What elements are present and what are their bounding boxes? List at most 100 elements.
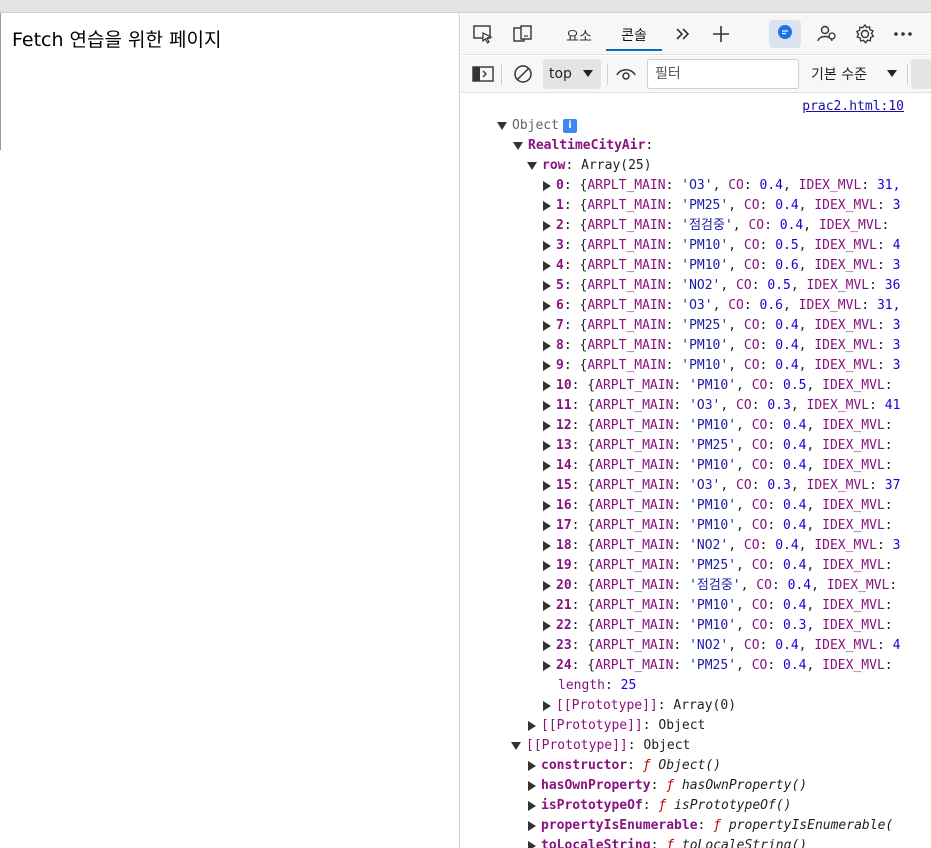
row-item[interactable]: 17: {ARPLT_MAIN: 'PM10', CO: 0.4, IDEX_M…	[543, 516, 893, 536]
row-item[interactable]: 19: {ARPLT_MAIN: 'PM25', CO: 0.4, IDEX_M…	[543, 556, 893, 576]
expand-triangle-icon[interactable]	[511, 741, 521, 750]
expand-triangle-icon[interactable]	[543, 560, 551, 571]
sidebar-toggle-icon[interactable]	[471, 64, 495, 84]
expand-triangle-icon[interactable]	[528, 780, 536, 791]
row-item[interactable]: 23: {ARPLT_MAIN: 'NO2', CO: 0.4, IDEX_MV…	[543, 636, 900, 656]
function-icon: ƒ	[658, 798, 675, 813]
browser-top-strip	[0, 0, 931, 13]
row-array-node[interactable]: row: Array(25)	[527, 156, 652, 176]
expand-triangle-icon[interactable]	[543, 520, 551, 531]
page-left-border	[0, 13, 1, 150]
expand-triangle-icon[interactable]	[543, 340, 551, 351]
expand-triangle-icon[interactable]	[543, 400, 551, 411]
expand-triangle-icon[interactable]	[543, 240, 551, 251]
prototype-method[interactable]: toLocaleString: ƒ toLocaleString()	[528, 836, 807, 848]
realtime-city-air-node[interactable]: RealtimeCityAir:	[513, 136, 653, 156]
add-tab-icon[interactable]	[711, 23, 731, 45]
expand-triangle-icon[interactable]	[543, 200, 551, 211]
page-title: Fetch 연습을 위한 페이지	[12, 29, 222, 51]
function-icon: ƒ	[666, 838, 682, 848]
prototype-method[interactable]: hasOwnProperty: ƒ hasOwnProperty()	[528, 776, 807, 796]
feedback-button[interactable]	[769, 20, 801, 48]
expand-triangle-icon[interactable]	[543, 420, 551, 431]
row-item[interactable]: 10: {ARPLT_MAIN: 'PM10', CO: 0.5, IDEX_M…	[543, 376, 893, 396]
row-item[interactable]: 18: {ARPLT_MAIN: 'NO2', CO: 0.4, IDEX_MV…	[543, 536, 900, 556]
row-item[interactable]: 3: {ARPLT_MAIN: 'PM10', CO: 0.5, IDEX_MV…	[543, 236, 900, 256]
expand-triangle-icon[interactable]	[543, 500, 551, 511]
tab-console[interactable]: 콘솔	[606, 21, 662, 51]
prototype-method[interactable]: constructor: ƒ Object()	[528, 756, 721, 776]
expand-triangle-icon[interactable]	[543, 260, 551, 271]
settings-icon[interactable]	[853, 23, 877, 45]
source-link[interactable]: prac2.html:10	[802, 99, 904, 114]
row-item[interactable]: 2: {ARPLT_MAIN: '점검중', CO: 0.4, IDEX_MVL…	[543, 216, 889, 236]
expand-triangle-icon[interactable]	[543, 460, 551, 471]
expand-triangle-icon[interactable]	[528, 800, 536, 811]
more-options-icon[interactable]	[891, 23, 915, 45]
row-item[interactable]: 14: {ARPLT_MAIN: 'PM10', CO: 0.4, IDEX_M…	[543, 456, 893, 476]
expand-triangle-icon[interactable]	[543, 360, 551, 371]
expand-triangle-icon[interactable]	[543, 580, 551, 591]
row-item[interactable]: 5: {ARPLT_MAIN: 'NO2', CO: 0.5, IDEX_MVL…	[543, 276, 900, 296]
row-item[interactable]: 7: {ARPLT_MAIN: 'PM25', CO: 0.4, IDEX_MV…	[543, 316, 900, 336]
filter-input[interactable]	[647, 59, 799, 89]
expand-triangle-icon[interactable]	[497, 121, 507, 130]
prototype-method[interactable]: isPrototypeOf: ƒ isPrototypeOf()	[528, 796, 791, 816]
row-item[interactable]: 12: {ARPLT_MAIN: 'PM10', CO: 0.4, IDEX_M…	[543, 416, 893, 436]
expand-triangle-icon[interactable]	[543, 440, 551, 451]
expand-triangle-icon[interactable]	[528, 720, 536, 731]
expand-triangle-icon[interactable]	[527, 161, 537, 170]
row-item[interactable]: 11: {ARPLT_MAIN: 'O3', CO: 0.3, IDEX_MVL…	[543, 396, 900, 416]
expand-triangle-icon[interactable]	[543, 480, 551, 491]
row-item[interactable]: 22: {ARPLT_MAIN: 'PM10', CO: 0.3, IDEX_M…	[543, 616, 893, 636]
expand-triangle-icon[interactable]	[543, 700, 551, 711]
live-expression-icon[interactable]	[613, 64, 639, 84]
realtime-prototype-node[interactable]: [[Prototype]]: Object	[528, 716, 705, 736]
expand-triangle-icon[interactable]	[543, 660, 551, 671]
row-item[interactable]: 21: {ARPLT_MAIN: 'PM10', CO: 0.4, IDEX_M…	[543, 596, 893, 616]
expand-triangle-icon[interactable]	[528, 840, 536, 848]
expand-triangle-icon[interactable]	[543, 380, 551, 391]
row-item[interactable]: 20: {ARPLT_MAIN: '점검중', CO: 0.4, IDEX_MV…	[543, 576, 897, 596]
object-root[interactable]: Object i	[497, 116, 577, 136]
log-levels-dropdown[interactable]: 기본 수준	[811, 59, 903, 89]
expand-triangle-icon[interactable]	[543, 280, 551, 291]
devtools-panel: 요소 콘솔 top 필터 기본 수준 prac2.html:10 Object …	[461, 13, 931, 848]
connected-devices-icon[interactable]	[815, 23, 839, 45]
device-emulation-icon[interactable]	[511, 23, 535, 45]
row-item[interactable]: 1: {ARPLT_MAIN: 'PM25', CO: 0.4, IDEX_MV…	[543, 196, 900, 216]
web-page: Fetch 연습을 위한 페이지	[0, 13, 460, 848]
expand-triangle-icon[interactable]	[543, 540, 551, 551]
expand-triangle-icon[interactable]	[543, 300, 551, 311]
info-icon[interactable]: i	[562, 118, 577, 133]
clear-console-icon[interactable]	[511, 63, 535, 85]
row-item[interactable]: 9: {ARPLT_MAIN: 'PM10', CO: 0.4, IDEX_MV…	[543, 356, 900, 376]
expand-triangle-icon[interactable]	[543, 320, 551, 331]
prototype-method[interactable]: propertyIsEnumerable: ƒ propertyIsEnumer…	[528, 816, 893, 836]
row-item[interactable]: 16: {ARPLT_MAIN: 'PM10', CO: 0.4, IDEX_M…	[543, 496, 893, 516]
array-prototype-node[interactable]: [[Prototype]]: Array(0)	[543, 696, 736, 716]
expand-triangle-icon[interactable]	[528, 760, 536, 771]
expand-triangle-icon[interactable]	[543, 640, 551, 651]
row-item[interactable]: 24: {ARPLT_MAIN: 'PM25', CO: 0.4, IDEX_M…	[543, 656, 893, 676]
expand-triangle-icon[interactable]	[543, 180, 551, 191]
expand-triangle-icon[interactable]	[528, 820, 536, 831]
toolbar-separator	[607, 64, 608, 85]
row-item[interactable]: 4: {ARPLT_MAIN: 'PM10', CO: 0.6, IDEX_MV…	[543, 256, 900, 276]
tab-elements[interactable]: 요소	[561, 21, 597, 51]
inspect-icon[interactable]	[471, 23, 495, 45]
expand-triangle-icon[interactable]	[543, 600, 551, 611]
row-item[interactable]: 13: {ARPLT_MAIN: 'PM25', CO: 0.4, IDEX_M…	[543, 436, 893, 456]
expand-triangle-icon[interactable]	[513, 141, 523, 150]
console-settings-icon[interactable]	[911, 59, 931, 89]
row-item[interactable]: 8: {ARPLT_MAIN: 'PM10', CO: 0.4, IDEX_MV…	[543, 336, 900, 356]
object-prototype-node[interactable]: [[Prototype]]: Object	[511, 736, 690, 756]
row-item[interactable]: 6: {ARPLT_MAIN: 'O3', CO: 0.6, IDEX_MVL:…	[543, 296, 900, 316]
toolbar-separator	[907, 64, 908, 85]
row-item[interactable]: 0: {ARPLT_MAIN: 'O3', CO: 0.4, IDEX_MVL:…	[543, 176, 900, 196]
row-item[interactable]: 15: {ARPLT_MAIN: 'O3', CO: 0.3, IDEX_MVL…	[543, 476, 900, 496]
more-tabs-icon[interactable]	[673, 23, 693, 45]
expand-triangle-icon[interactable]	[543, 620, 551, 631]
context-selector[interactable]: top	[543, 59, 601, 89]
expand-triangle-icon[interactable]	[543, 220, 551, 231]
